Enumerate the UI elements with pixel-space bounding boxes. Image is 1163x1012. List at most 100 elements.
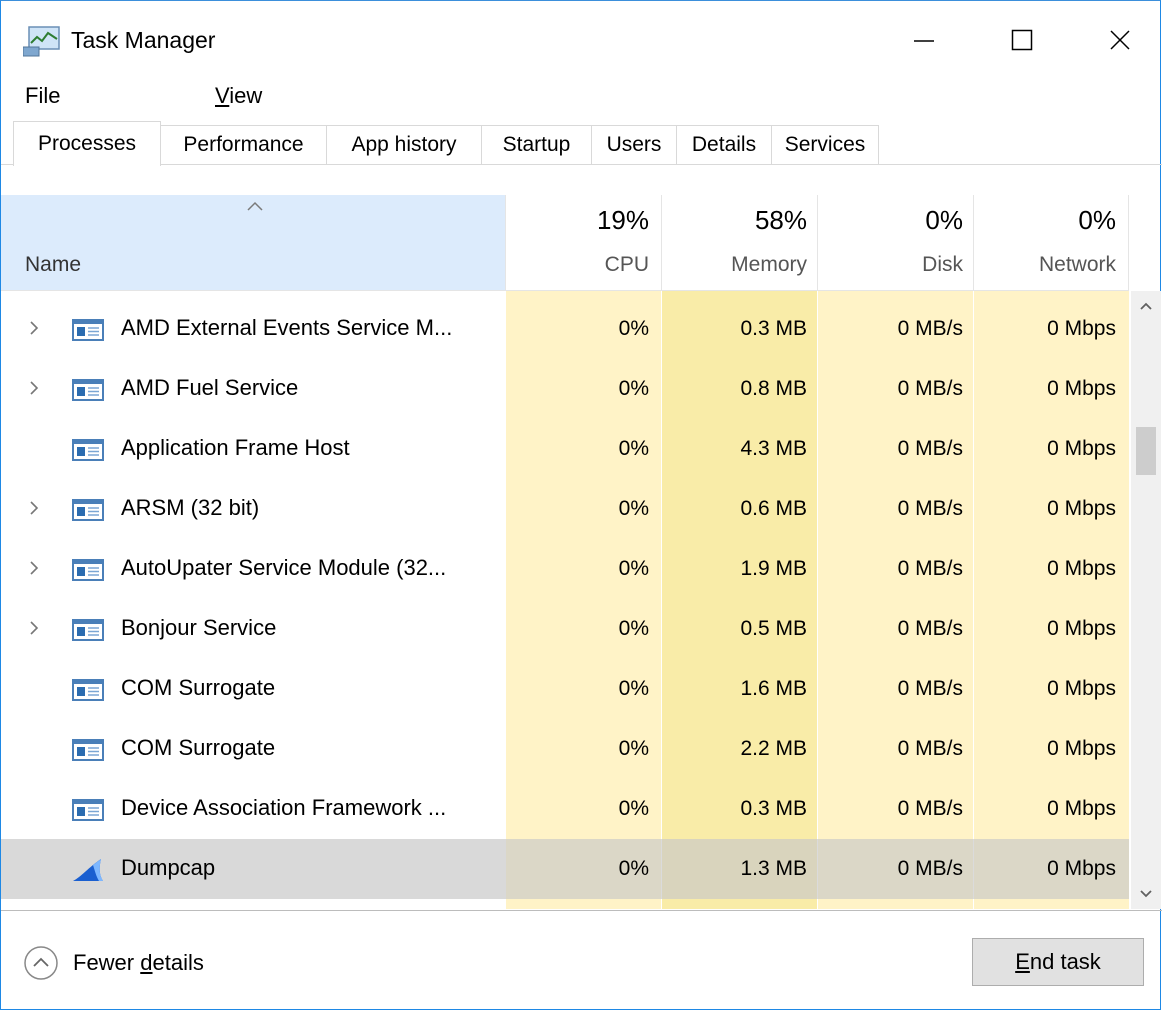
process-name: AutoUpater Service Module (32...	[121, 555, 447, 580]
memory-value: 2.2 MB	[740, 737, 807, 760]
table-row[interactable]: AMD External Events Service M... 0% 0.3 MB…	[1, 299, 1129, 359]
tab-services[interactable]: Services	[771, 125, 879, 165]
network-value: 0 Mbps	[1047, 797, 1116, 820]
fewer-details-rest: etails	[152, 950, 204, 975]
network-value: 0 Mbps	[1047, 677, 1116, 700]
menu-view[interactable]: View	[215, 83, 262, 109]
sort-ascending-icon	[247, 201, 263, 211]
table-row[interactable]: Device Association Framework ... 0% 0.3 MB…	[1, 779, 1129, 839]
chevron-right-icon[interactable]	[28, 499, 40, 517]
chevron-right-icon[interactable]	[28, 619, 40, 637]
menu-file[interactable]: File	[25, 83, 60, 109]
table-row[interactable]: AMD Fuel Service 0% 0.8 MB 0 MB/s 0 Mbps	[1, 359, 1129, 419]
window-app-icon	[72, 739, 104, 761]
disk-value: 0 MB/s	[897, 317, 963, 340]
column-header-memory[interactable]: Memory	[662, 253, 807, 277]
fewer-details-button[interactable]: Fewer details	[23, 943, 204, 983]
tab-details[interactable]: Details	[676, 125, 772, 165]
memory-value: 4.3 MB	[740, 437, 807, 460]
memory-value: 0.3 MB	[740, 317, 807, 340]
table-row[interactable]: Bonjour Service 0% 0.5 MB 0 MB/s 0 Mbps	[1, 599, 1129, 659]
collapse-circle-icon	[24, 946, 58, 980]
table-row[interactable]: COM Surrogate 0% 1.6 MB 0 MB/s 0 Mbps	[1, 659, 1129, 719]
disk-total[interactable]: 0%	[818, 205, 963, 236]
column-header-network[interactable]: Network	[974, 253, 1116, 277]
window-title: Task Manager	[71, 27, 216, 53]
chevron-right-icon[interactable]	[28, 379, 40, 397]
cpu-value: 0%	[618, 557, 649, 580]
maximize-icon	[1011, 29, 1033, 51]
memory-value: 0.3 MB	[740, 797, 807, 820]
scroll-down-button[interactable]	[1131, 879, 1161, 909]
network-value: 0 Mbps	[1047, 317, 1116, 340]
disk-value: 0 MB/s	[897, 857, 963, 880]
column-header: Name 19% CPU 58% Memory 0% Disk 0% Netwo…	[1, 195, 1129, 291]
title-bar[interactable]: Task Manager	[1, 1, 1160, 77]
tab-users[interactable]: Users	[591, 125, 677, 165]
column-header-name[interactable]: Name	[1, 195, 505, 290]
cpu-value: 0%	[618, 617, 649, 640]
table-row[interactable]: ARSM (32 bit) 0% 0.6 MB 0 MB/s 0 Mbps	[1, 479, 1129, 539]
tab-divider	[1, 164, 1162, 165]
disk-value: 0 MB/s	[897, 557, 963, 580]
vertical-scrollbar[interactable]	[1131, 291, 1161, 909]
fewer-details-prefix: Fewer	[73, 950, 141, 975]
network-value: 0 Mbps	[1047, 857, 1116, 880]
window-app-icon	[72, 679, 104, 701]
close-button[interactable]	[1085, 15, 1155, 65]
shark-fin-icon	[73, 859, 103, 881]
footer-divider	[1, 910, 1162, 911]
table-row[interactable]: Application Frame Host 0% 4.3 MB 0 MB/s 0 Mb…	[1, 419, 1129, 479]
network-total[interactable]: 0%	[974, 205, 1116, 236]
tab-processes[interactable]: Processes	[13, 121, 161, 166]
process-name: Device Association Framework ...	[121, 795, 447, 820]
task-manager-window: Task Manager File View Processes Performa…	[0, 0, 1162, 1010]
tab-app-history[interactable]: App history	[326, 125, 482, 165]
column-header-cpu[interactable]: CPU	[506, 253, 649, 277]
disk-value: 0 MB/s	[897, 737, 963, 760]
table-row[interactable]: Dumpcap 0% 1.3 MB 0 MB/s 0 Mbps	[1, 839, 1129, 899]
process-name: AMD External Events Service M...	[121, 315, 453, 340]
column-header-disk[interactable]: Disk	[818, 253, 963, 277]
table-row[interactable]: COM Surrogate 0% 2.2 MB 0 MB/s 0 Mbps	[1, 719, 1129, 779]
cpu-value: 0%	[618, 377, 649, 400]
disk-value: 0 MB/s	[897, 797, 963, 820]
cpu-total[interactable]: 19%	[506, 205, 649, 236]
chevron-right-icon[interactable]	[28, 319, 40, 337]
maximize-button[interactable]	[987, 15, 1057, 65]
disk-value: 0 MB/s	[897, 497, 963, 520]
cpu-value: 0%	[618, 737, 649, 760]
end-task-rest: nd task	[1029, 949, 1101, 974]
end-task-button[interactable]: End task	[972, 938, 1144, 986]
menu-bar: File View	[1, 77, 1160, 113]
memory-value: 1.9 MB	[740, 557, 807, 580]
window-app-icon	[72, 559, 104, 581]
process-name: COM Surrogate	[121, 675, 276, 700]
network-value: 0 Mbps	[1047, 497, 1116, 520]
window-app-icon	[72, 619, 104, 641]
disk-value: 0 MB/s	[897, 377, 963, 400]
minimize-button[interactable]	[889, 15, 959, 65]
process-name: ARSM (32 bit)	[121, 495, 260, 520]
memory-total[interactable]: 58%	[662, 205, 807, 236]
cpu-value: 0%	[618, 437, 649, 460]
process-list: AMD External Events Service M... 0% 0.3 MB…	[1, 291, 1129, 909]
network-value: 0 Mbps	[1047, 737, 1116, 760]
process-name: COM Surrogate	[121, 735, 276, 760]
cpu-value: 0%	[618, 497, 649, 520]
chevron-right-icon[interactable]	[28, 559, 40, 577]
cpu-value: 0%	[618, 677, 649, 700]
window-app-icon	[72, 499, 104, 521]
column-header-name-label: Name	[25, 253, 82, 276]
scroll-up-button[interactable]	[1131, 291, 1161, 321]
memory-value: 1.3 MB	[740, 857, 807, 880]
scroll-thumb[interactable]	[1136, 427, 1156, 475]
tab-startup[interactable]: Startup	[481, 125, 592, 165]
tab-performance[interactable]: Performance	[160, 125, 327, 165]
column-separator	[1128, 195, 1129, 290]
cpu-value: 0%	[618, 797, 649, 820]
disk-value: 0 MB/s	[897, 437, 963, 460]
process-name: Bonjour Service	[121, 615, 277, 640]
table-row[interactable]: AutoUpater Service Module (32... 0% 1.9 MB…	[1, 539, 1129, 599]
tab-strip: Processes Performance App history Startup Us…	[1, 121, 1160, 166]
